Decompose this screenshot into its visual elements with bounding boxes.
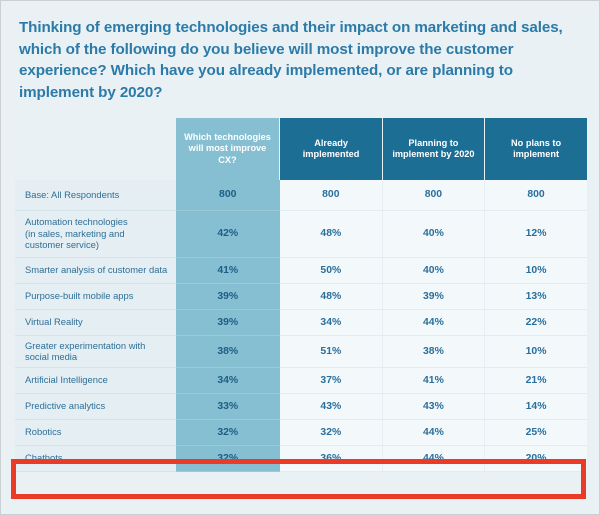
cell-no-plans-to-implement: 10% <box>484 335 587 368</box>
column-header-no-plans-to-implement: No plans to implement <box>484 118 587 180</box>
cell-no-plans-to-implement: 12% <box>484 210 587 258</box>
column-header-line-3: CX? <box>218 154 237 165</box>
row-label: Robotics <box>15 419 176 446</box>
page-title: Thinking of emerging technologies and th… <box>19 19 563 101</box>
table-body: Base: All Respondents 800 800 800 800 Automat… <box>15 180 587 472</box>
cell-most-improve-cx: 33% <box>175 393 280 420</box>
cell-no-plans-to-implement: 10% <box>484 257 587 284</box>
row-label: Automation technologies (in sales, market… <box>15 210 176 258</box>
row-label-line: social media <box>25 351 78 363</box>
column-header-line-1: Which technologies <box>184 131 271 142</box>
column-header-line-2: implement <box>513 149 560 159</box>
cell-planning-to-implement: 44% <box>382 309 486 336</box>
row-label: Base: All Respondents <box>15 180 176 211</box>
row-label-line: Base: All Respondents <box>25 188 120 200</box>
cell-already-implemented: 34% <box>279 309 383 336</box>
cell-planning-to-implement: 43% <box>382 393 486 420</box>
table-row[interactable]: Robotics 32% 32% 44% 25% <box>15 419 587 446</box>
row-label-line: Smarter analysis of customer data <box>25 264 168 276</box>
column-header-planning-to-implement: Planning to implement by 2020 <box>382 118 486 180</box>
row-label-line: Greater experimentation with <box>25 339 146 351</box>
row-label-line: Predictive analytics <box>25 400 106 412</box>
row-label: Artificial Intelligence <box>15 367 176 394</box>
cell-most-improve-cx: 32% <box>175 419 280 446</box>
cell-no-plans-to-implement: 25% <box>484 419 587 446</box>
row-label-line: Automation technologies <box>25 216 128 228</box>
cell-no-plans-to-implement: 21% <box>484 367 587 394</box>
cell-already-implemented: 50% <box>279 257 383 284</box>
row-label-line: customer service) <box>25 239 99 251</box>
row-label-line: Robotics <box>25 426 62 438</box>
table-row[interactable]: Smarter analysis of customer data 41% 50% 4… <box>15 257 587 284</box>
cell-already-implemented: 43% <box>279 393 383 420</box>
row-label-line: (in sales, marketing and <box>25 227 125 239</box>
cell-no-plans-to-implement: 20% <box>484 445 587 472</box>
cell-already-implemented: 48% <box>279 210 383 258</box>
cell-planning-to-implement: 40% <box>382 210 486 258</box>
table-row[interactable]: Greater experimentation with social media… <box>15 335 587 368</box>
cell-planning-to-implement: 41% <box>382 367 486 394</box>
row-label-line: Virtual Reality <box>25 316 83 328</box>
cell-already-implemented: 32% <box>279 419 383 446</box>
cell-planning-to-implement: 40% <box>382 257 486 284</box>
row-label: Purpose-built mobile apps <box>15 283 176 310</box>
column-header-line-1: Already implemented <box>302 137 360 160</box>
row-label: Chatbots <box>15 445 176 472</box>
cell-most-improve-cx: 34% <box>175 367 280 394</box>
row-label: Greater experimentation with social media <box>15 335 176 368</box>
table-row[interactable]: Virtual Reality 39% 34% 44% 22% <box>15 309 587 336</box>
row-label-line: Artificial Intelligence <box>25 374 108 386</box>
cell-already-implemented: 36% <box>279 445 383 472</box>
table-row[interactable]: Chatbots 32% 36% 44% 20% <box>15 445 587 472</box>
column-header-most-improve-cx: Which technologies will most improve CX? <box>175 118 281 180</box>
cell-no-plans-to-implement: 22% <box>484 309 587 336</box>
row-label: Smarter analysis of customer data <box>15 257 176 284</box>
table-row[interactable]: Base: All Respondents 800 800 800 800 <box>15 180 587 211</box>
column-header-already-implemented: Already implemented <box>279 118 383 180</box>
cell-planning-to-implement: 44% <box>382 445 486 472</box>
cell-most-improve-cx: 39% <box>175 283 280 310</box>
column-header-line-2: will most improve <box>188 143 267 154</box>
table-row[interactable]: Predictive analytics 33% 43% 43% 14% <box>15 393 587 420</box>
column-header-blank <box>15 118 176 180</box>
results-table: Which technologies will most improve CX?… <box>15 118 587 472</box>
row-label: Virtual Reality <box>15 309 176 336</box>
cell-planning-to-implement: 44% <box>382 419 486 446</box>
column-header-line-2: implement by 2020 <box>392 149 475 159</box>
cell-already-implemented: 51% <box>279 335 383 368</box>
row-label-line: Purpose-built mobile apps <box>25 290 134 302</box>
table-header-row: Which technologies will most improve CX?… <box>15 118 587 180</box>
column-header-line-1: No plans to <box>511 137 562 148</box>
table-header: Which technologies will most improve CX?… <box>15 118 587 180</box>
cell-no-plans-to-implement: 13% <box>484 283 587 310</box>
table-row[interactable]: Artificial Intelligence 34% 37% 41% 21% <box>15 367 587 394</box>
cell-no-plans-to-implement: 14% <box>484 393 587 420</box>
cell-most-improve-cx: 38% <box>175 335 280 368</box>
cell-already-implemented: 48% <box>279 283 383 310</box>
table-row[interactable]: Purpose-built mobile apps 39% 48% 39% 13% <box>15 283 587 310</box>
cell-planning-to-implement: 800 <box>382 180 486 211</box>
table-row[interactable]: Automation technologies (in sales, market… <box>15 210 587 258</box>
survey-results-card: Thinking of emerging technologies and th… <box>0 0 600 515</box>
cell-most-improve-cx: 800 <box>175 180 280 211</box>
cell-already-implemented: 800 <box>279 180 383 211</box>
row-label: Predictive analytics <box>15 393 176 420</box>
column-header-line-1: Planning to <box>408 137 459 148</box>
cell-most-improve-cx: 32% <box>175 445 280 472</box>
cell-already-implemented: 37% <box>279 367 383 394</box>
cell-planning-to-implement: 39% <box>382 283 486 310</box>
row-label-line: Chatbots <box>25 452 63 464</box>
cell-most-improve-cx: 41% <box>175 257 280 284</box>
cell-planning-to-implement: 38% <box>382 335 486 368</box>
cell-no-plans-to-implement: 800 <box>484 180 587 211</box>
cell-most-improve-cx: 42% <box>175 210 280 258</box>
results-table-container: Which technologies will most improve CX?… <box>15 118 587 472</box>
cell-most-improve-cx: 39% <box>175 309 280 336</box>
